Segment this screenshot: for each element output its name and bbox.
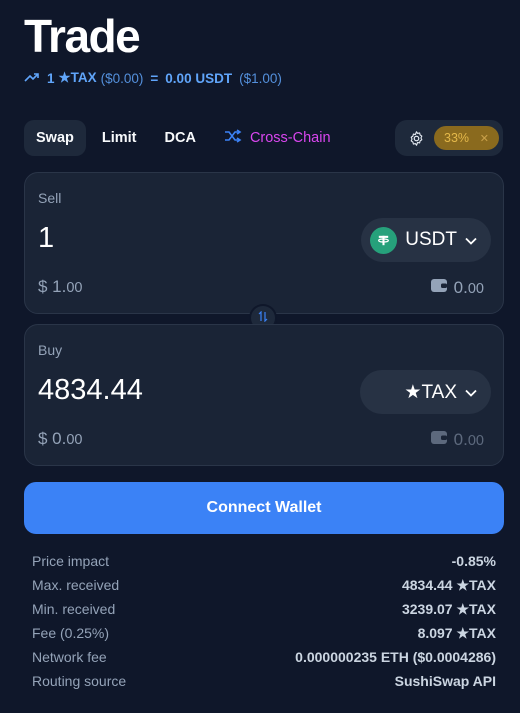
- rate-sell-usd: ($0.00): [100, 70, 144, 86]
- buy-token-selector[interactable]: ★TAX: [360, 370, 491, 414]
- sell-usd-main: $ 1.: [38, 277, 67, 296]
- wallet-icon: [430, 429, 448, 450]
- sell-label: Sell: [38, 190, 62, 206]
- buy-usd-cents: 00: [66, 432, 83, 448]
- rate-equals: =: [150, 70, 159, 86]
- wallet-icon: [430, 277, 448, 298]
- buy-balance-cents: 00: [467, 432, 484, 449]
- detail-label: Fee (0.25%): [32, 625, 110, 641]
- rate-sell-amount: 1: [47, 70, 55, 86]
- detail-row-fee: Fee (0.25%) 8.097 ★TAX: [32, 621, 496, 645]
- detail-value: 4834.44 ★TAX: [401, 576, 496, 593]
- page-title: Trade: [24, 10, 141, 62]
- slippage-badge[interactable]: 33% ✕: [434, 126, 499, 150]
- connect-wallet-button[interactable]: Connect Wallet: [24, 482, 504, 534]
- trade-tabs: Swap Limit DCA Cross-Chain: [24, 120, 343, 156]
- tab-dca-label: DCA: [164, 130, 196, 146]
- chevron-down-icon: [465, 229, 477, 251]
- tab-cross-chain-label: Cross-Chain: [249, 130, 331, 146]
- detail-value: 8.097 ★TAX: [417, 624, 496, 641]
- sell-token-selector[interactable]: USDT: [361, 218, 491, 262]
- detail-label: Network fee: [32, 649, 107, 665]
- detail-value: -0.85%: [451, 553, 496, 569]
- tether-icon: [370, 226, 398, 254]
- trade-details: Price impact -0.85% Max. received 4834.4…: [32, 549, 496, 693]
- detail-value: SushiSwap API: [394, 673, 496, 689]
- buy-panel: Buy 4834.44 ★TAX $ 0.00 0.00: [24, 324, 504, 466]
- exchange-rate[interactable]: 1 ★TAX ($0.00) = 0.00 USDT ($1.00): [24, 69, 282, 87]
- sell-token-label: USDT: [405, 229, 457, 250]
- detail-label: Min. received: [32, 601, 116, 617]
- buy-balance: 0.00: [430, 429, 484, 450]
- sell-balance-cents: 00: [467, 280, 484, 297]
- tab-limit-label: Limit: [101, 130, 137, 146]
- tab-dca[interactable]: DCA: [153, 120, 208, 156]
- tab-swap-label: Swap: [36, 130, 74, 146]
- sell-balance-main: 0.: [453, 277, 468, 297]
- detail-value: 0.000000235 ETH ($0.0004286): [295, 649, 496, 665]
- settings-pill: 33% ✕: [395, 120, 503, 156]
- buy-balance-main: 0.: [453, 429, 468, 449]
- buy-token-label: ★TAX: [404, 381, 457, 403]
- shuffle-icon: [224, 129, 242, 147]
- detail-row-network-fee: Network fee 0.000000235 ETH ($0.0004286): [32, 645, 496, 669]
- sell-amount-input[interactable]: 1: [38, 222, 54, 255]
- detail-label: Price impact: [32, 553, 110, 569]
- sell-usd-value: $ 1.00: [38, 277, 83, 297]
- detail-row-min-received: Min. received 3239.07 ★TAX: [32, 597, 496, 621]
- sell-balance[interactable]: 0.00: [430, 277, 484, 298]
- tab-swap[interactable]: Swap: [24, 120, 86, 156]
- chevron-down-icon: [465, 381, 477, 403]
- slippage-value: 33%: [444, 131, 470, 145]
- close-icon[interactable]: ✕: [480, 132, 489, 145]
- detail-row-max-received: Max. received 4834.44 ★TAX: [32, 573, 496, 597]
- rate-buy-value: 0.00 USDT: [165, 70, 233, 86]
- detail-row-price-impact: Price impact -0.85%: [32, 549, 496, 573]
- buy-label: Buy: [38, 342, 63, 358]
- gear-icon[interactable]: [407, 129, 425, 147]
- rate-buy-usd: ($1.00): [239, 70, 282, 86]
- buy-usd-value: $ 0.00: [38, 429, 83, 449]
- detail-row-routing-source: Routing source SushiSwap API: [32, 669, 496, 693]
- sell-usd-cents: 00: [66, 280, 83, 296]
- tab-limit[interactable]: Limit: [90, 120, 149, 156]
- trend-up-icon: [24, 71, 40, 86]
- buy-amount-output[interactable]: 4834.44: [38, 374, 143, 407]
- detail-value: 3239.07 ★TAX: [401, 600, 496, 617]
- detail-label: Routing source: [32, 673, 127, 689]
- sell-panel: Sell 1 USDT $ 1.00 0.00: [24, 172, 504, 314]
- rate-sell-token: ★TAX: [58, 70, 97, 85]
- tab-cross-chain[interactable]: Cross-Chain: [212, 120, 343, 156]
- buy-usd-main: $ 0.: [38, 429, 67, 448]
- detail-label: Max. received: [32, 577, 120, 593]
